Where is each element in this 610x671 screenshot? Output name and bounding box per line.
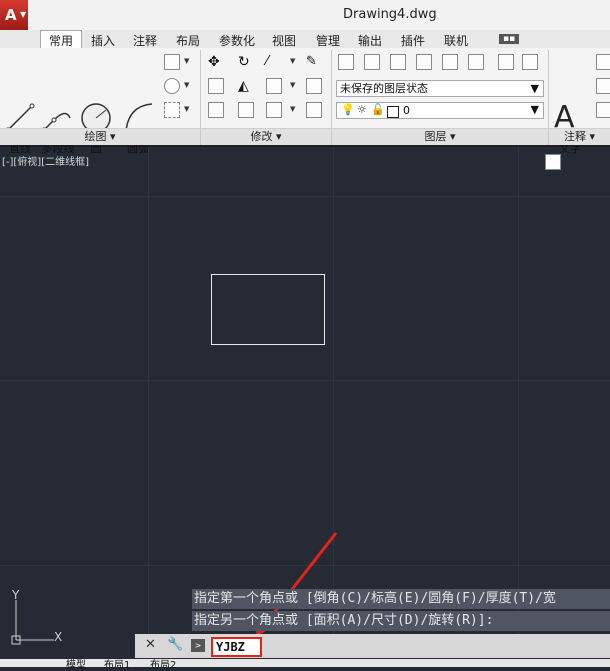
tab-model[interactable]: 模型	[66, 656, 86, 671]
wrench-icon[interactable]: 🔧	[167, 637, 183, 652]
layout-tabs-bar: 模型 布局1 布局2	[0, 659, 610, 671]
close-icon[interactable]: ✕	[145, 637, 156, 652]
command-input[interactable]: YJBZ	[211, 637, 262, 657]
tab-layout1[interactable]: 布局1	[104, 656, 130, 671]
tab-layout2[interactable]: 布局2	[150, 656, 176, 671]
command-history-line: 指定第一个角点或 [倒角(C)/标高(E)/圆角(F)/厚度(T)/宽	[192, 589, 610, 609]
command-history-line: 指定另一个角点或 [面积(A)/尺寸(D)/旋转(R)]:	[192, 611, 610, 631]
command-line-bar: ✕ 🔧 >	[135, 634, 610, 658]
annotation-arrow	[256, 532, 338, 636]
command-prompt-icon[interactable]: >	[191, 639, 205, 652]
